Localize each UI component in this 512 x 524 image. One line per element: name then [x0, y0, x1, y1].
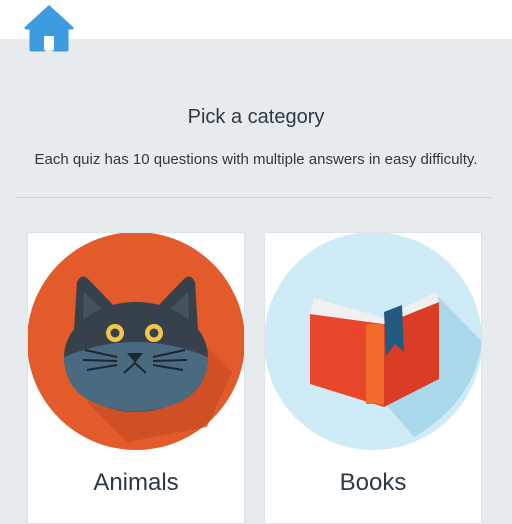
category-label-books: Books — [339, 469, 407, 496]
category-card-books[interactable]: Books — [264, 232, 482, 524]
page-title: Pick a category — [187, 106, 325, 128]
category-label-animals: Animals — [93, 469, 179, 496]
category-card-animals[interactable]: Animals — [27, 232, 245, 524]
book-icon — [265, 233, 481, 450]
divider — [16, 197, 492, 198]
page-subtitle: Each quiz has 10 questions with multiple… — [34, 151, 478, 168]
top-bar — [0, 0, 512, 39]
cat-icon — [28, 233, 244, 450]
home-icon[interactable] — [24, 4, 74, 53]
